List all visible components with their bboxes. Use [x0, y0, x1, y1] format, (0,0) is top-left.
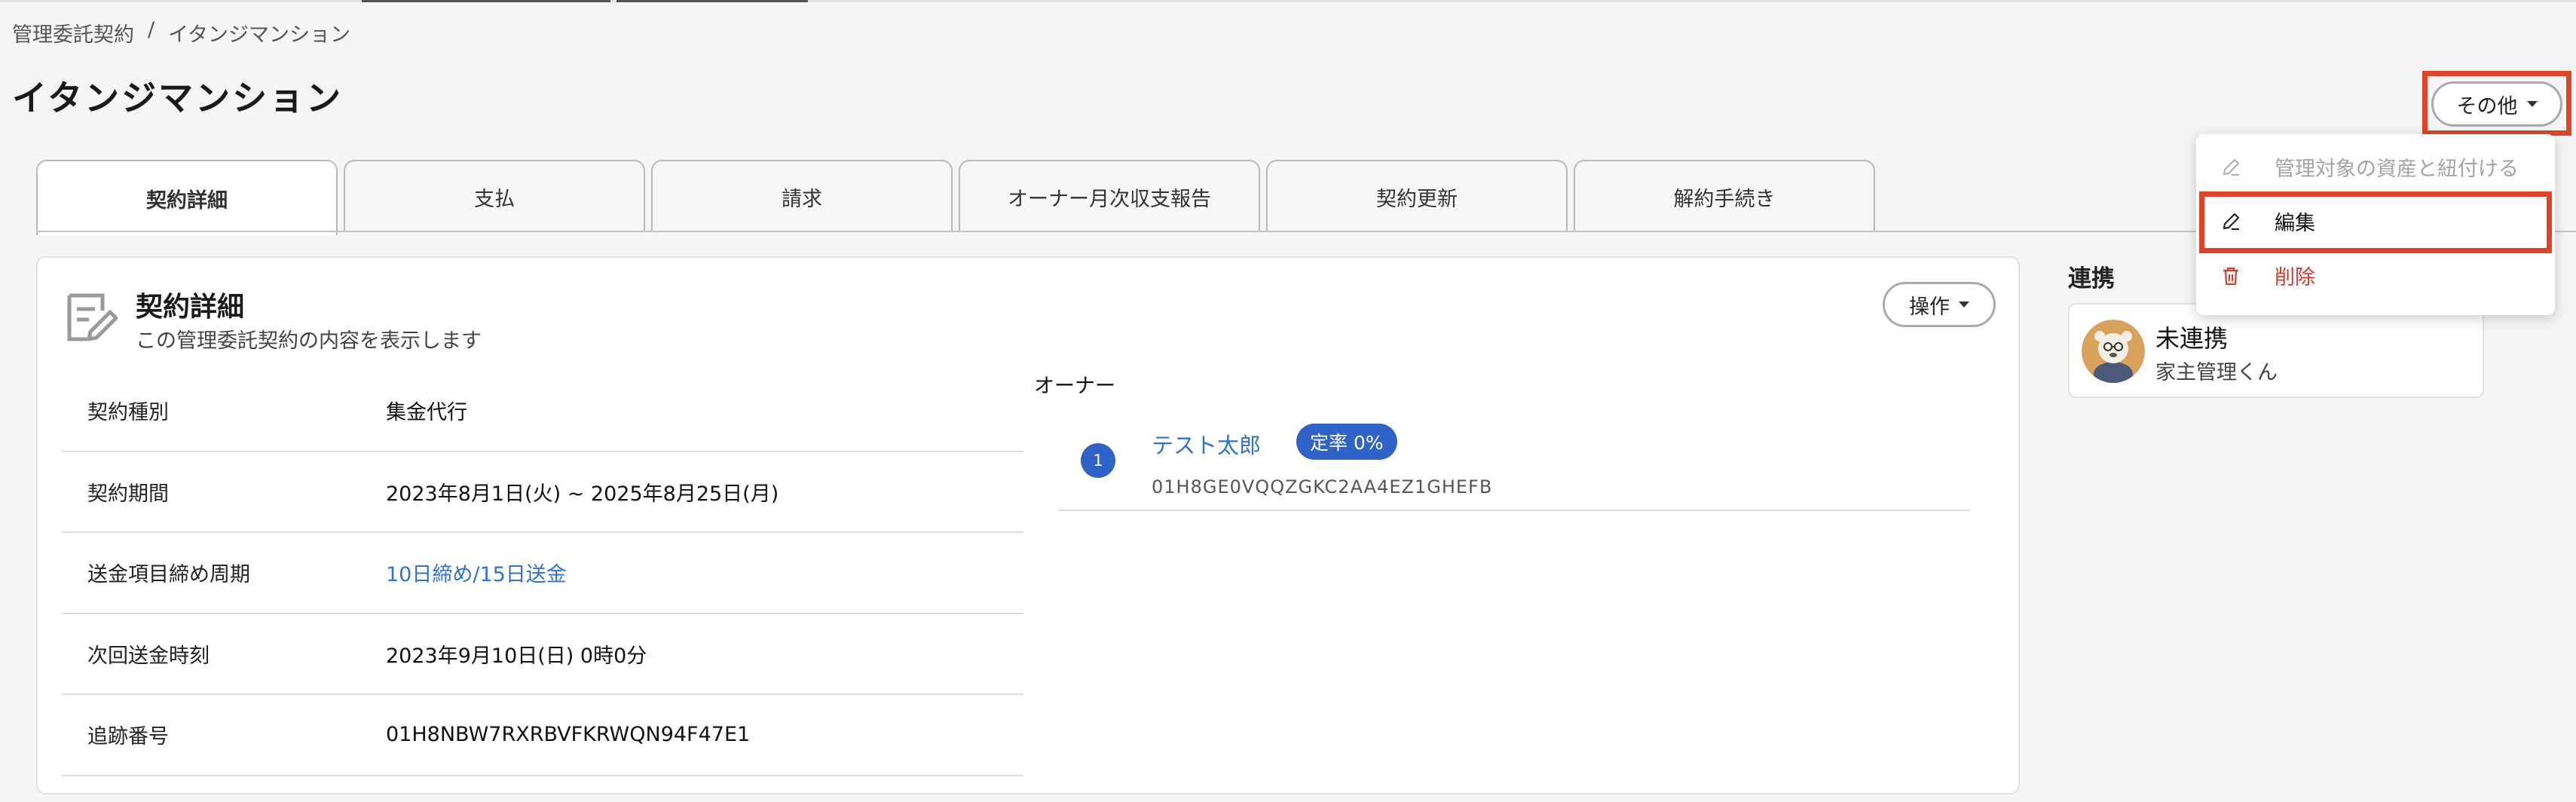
owner-index-badge: 1 — [1081, 443, 1115, 478]
table-row: 追跡番号 01H8NBW7RXRBVFKRWQN94F47E1 — [62, 695, 1023, 776]
row-label: 契約期間 — [87, 482, 169, 506]
tab-payments[interactable]: 支払 — [344, 160, 645, 232]
integration-card[interactable]: 未連携 家主管理くん — [2068, 303, 2484, 398]
row-value: 01H8NBW7RXRBVFKRWQN94F47E1 — [386, 723, 751, 747]
remittance-cycle-link[interactable]: 10日締め/15日送金 — [386, 558, 567, 587]
tab-billing[interactable]: 請求 — [651, 160, 953, 232]
pencil-icon — [2223, 158, 2240, 176]
menu-item-label: 削除 — [2275, 265, 2315, 289]
owner-section-label: オーナー — [1034, 375, 1115, 398]
document-edit-icon — [67, 293, 118, 341]
operations-button[interactable]: 操作 — [1883, 282, 1996, 327]
top-progress-line — [0, 0, 2576, 2]
table-row: 契約種別 集金代行 — [62, 371, 1023, 452]
highlight-box-edit-item — [2199, 191, 2552, 253]
owner-id: 01H8GE0VQQZGKC2AA4EZ1GHEFB — [1152, 476, 1493, 497]
row-value: 集金代行 — [386, 401, 467, 425]
tab-bar: 契約詳細 支払 請求 オーナー月次収支報告 契約更新 解約手続き — [36, 160, 1875, 235]
integration-service-name: 家主管理くん — [2155, 361, 2278, 384]
trash-icon — [2223, 267, 2238, 286]
caret-down-icon — [1959, 302, 1969, 308]
contract-details-card: 契約詳細 この管理委託契約の内容を表示します 操作 契約種別 集金代行 契約期間… — [36, 256, 2020, 794]
integration-status: 未連携 — [2155, 324, 2229, 353]
table-row: 次回送金時刻 2023年9月10日(日) 0時0分 — [62, 614, 1023, 695]
table-row: 送金項目締め周期 10日締め/15日送金 — [62, 533, 1023, 614]
row-label: 契約種別 — [87, 401, 169, 425]
row-label: 追跡番号 — [87, 725, 169, 749]
breadcrumb-separator: / — [148, 18, 155, 41]
service-mascot-icon — [2082, 320, 2145, 383]
tab-contract-renewal[interactable]: 契約更新 — [1266, 160, 1568, 232]
owner-list-item: 1 テスト太郎 定率 0% 01H8GE0VQQZGKC2AA4EZ1GHEFB — [1058, 406, 1970, 511]
tab-divider — [36, 231, 2576, 232]
menu-item-delete[interactable]: 削除 — [2196, 249, 2555, 302]
menu-item-link-asset[interactable]: 管理対象の資産と紐付ける — [2196, 140, 2555, 193]
menu-item-label: 管理対象の資産と紐付ける — [2275, 157, 2519, 181]
card-title: 契約詳細 — [136, 292, 245, 323]
breadcrumb-current: イタンジマンション — [168, 23, 351, 47]
contract-info-table: 契約種別 集金代行 契約期間 2023年8月1日(火) ~ 2025年8月25日… — [62, 371, 1023, 776]
breadcrumb-parent-link[interactable]: 管理委託契約 — [12, 18, 134, 47]
row-label: 送金項目締め周期 — [87, 563, 250, 587]
tab-owner-monthly-report[interactable]: オーナー月次収支報告 — [959, 160, 1260, 232]
highlight-box-more-button — [2422, 71, 2571, 136]
row-value: 2023年8月1日(火) ~ 2025年8月25日(月) — [386, 482, 779, 506]
tab-contract-details[interactable]: 契約詳細 — [36, 160, 338, 235]
operations-button-label: 操作 — [1909, 295, 1950, 319]
table-row: 契約期間 2023年8月1日(火) ~ 2025年8月25日(月) — [62, 452, 1023, 533]
integration-title: 連携 — [2068, 265, 2115, 292]
owner-name-link[interactable]: テスト太郎 — [1152, 428, 1261, 460]
owner-rate-badge: 定率 0% — [1296, 424, 1397, 460]
row-value: 2023年9月10日(日) 0時0分 — [386, 644, 647, 668]
card-subtitle: この管理委託契約の内容を表示します — [136, 329, 482, 353]
breadcrumb: 管理委託契約 / イタンジマンション — [12, 18, 350, 47]
page-title: イタンジマンション — [12, 78, 344, 118]
row-label: 次回送金時刻 — [87, 644, 210, 668]
tab-termination[interactable]: 解約手続き — [1574, 160, 1875, 232]
